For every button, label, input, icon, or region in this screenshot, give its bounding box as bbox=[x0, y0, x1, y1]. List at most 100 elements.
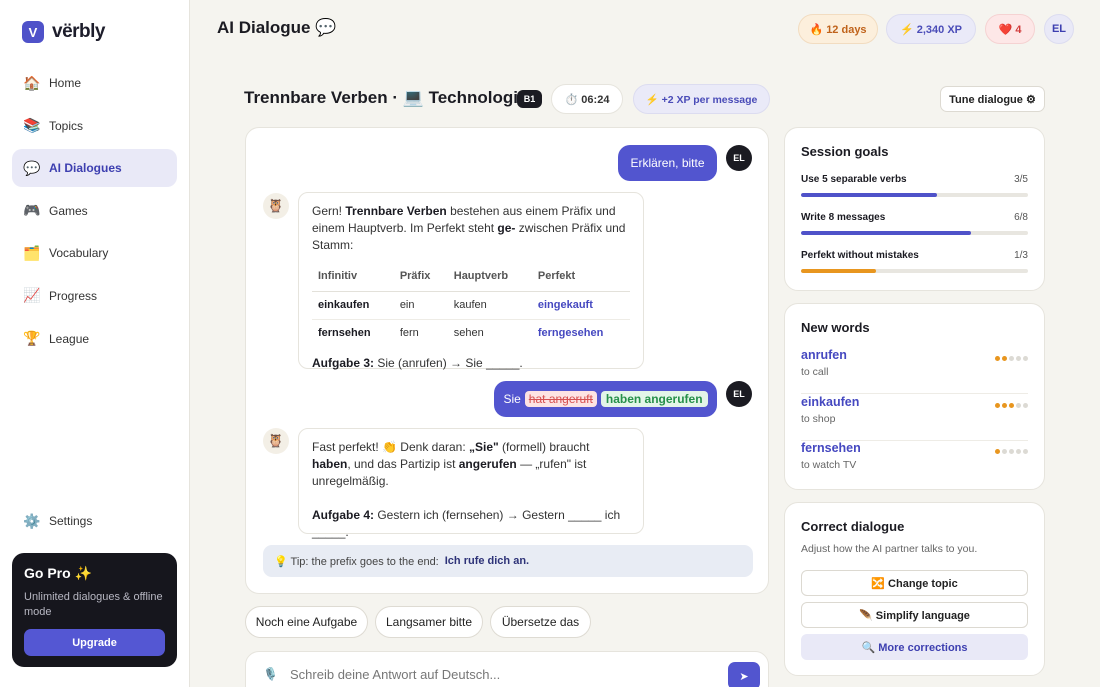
table-cell: ferngesehen bbox=[537, 327, 604, 339]
mastery-dot bbox=[1023, 356, 1028, 361]
mastery-dot bbox=[995, 356, 1000, 361]
sidebar-item-label: League bbox=[49, 331, 90, 346]
logo-mark: V bbox=[22, 21, 44, 43]
goal-progress-bar bbox=[801, 231, 1028, 235]
wrong-answer: hat angeruft bbox=[524, 391, 597, 407]
sidebar-item-settings[interactable]: ⚙️ Settings bbox=[12, 502, 177, 540]
goal-progress-fill bbox=[801, 269, 876, 273]
tip-example: Ich rufe dich an. bbox=[444, 555, 530, 567]
goal-progress-bar bbox=[801, 269, 1028, 273]
gear-icon: ⚙️ bbox=[23, 512, 41, 529]
sidebar-item-label: Home bbox=[49, 76, 82, 90]
correct-dialogue-description: Adjust how the AI partner talks to you. bbox=[801, 543, 978, 555]
xp-badge[interactable]: ⚡ 2,340 XP bbox=[886, 14, 976, 44]
mastery-dot bbox=[1016, 403, 1021, 408]
go-pro-title: Go Pro ✨ bbox=[24, 565, 92, 581]
correct-dialogue-panel: Correct dialogue Adjust how the AI partn… bbox=[784, 502, 1045, 676]
word-item[interactable]: anrufen to call bbox=[801, 348, 1028, 394]
mastery-dot bbox=[1002, 403, 1007, 408]
goal-item: Write 8 messages 6/8 bbox=[801, 212, 1028, 235]
message-input[interactable] bbox=[290, 662, 690, 686]
sidebar-item-games[interactable]: 🎮 Games bbox=[12, 192, 177, 230]
word-item[interactable]: einkaufen to shop bbox=[801, 395, 1028, 441]
sidebar-item-league[interactable]: 🏆 League bbox=[12, 320, 177, 358]
mastery-dot bbox=[1009, 356, 1014, 361]
more-corrections-button[interactable]: 🔍 More corrections bbox=[801, 634, 1028, 660]
goal-progress-bar bbox=[801, 193, 1028, 197]
tip-banner: 💡 Tip: the prefix goes to the end: Ich ru… bbox=[263, 545, 753, 577]
session-goals-title: Session goals bbox=[801, 144, 889, 159]
send-button[interactable]: ➤ bbox=[728, 662, 760, 687]
mastery-dot bbox=[995, 449, 1000, 454]
sidebar-item-topics[interactable]: 📚 Topics bbox=[12, 107, 177, 145]
user-answer-message: Sie hat angeruft haben angerufen bbox=[494, 381, 717, 417]
sidebar-item-label: Vocabulary bbox=[49, 246, 109, 261]
message-composer: 🎙️ ➤ bbox=[245, 651, 769, 687]
task-prompt: Aufgabe 4: Gestern ich (fernsehen) → Ges… bbox=[312, 508, 621, 539]
word-english: to call bbox=[801, 366, 829, 378]
streak-badge[interactable]: 🔥 12 days bbox=[798, 14, 878, 44]
mastery-dot bbox=[1023, 403, 1028, 408]
sidebar-item-ai-dialogues[interactable]: 💬 AI Dialogues bbox=[12, 149, 177, 188]
microphone-icon[interactable]: 🎙️ bbox=[263, 667, 278, 681]
mastery-dot bbox=[1009, 403, 1014, 408]
tune-dialogue-button[interactable]: Tune dialogue ⚙ bbox=[940, 86, 1045, 112]
bot-message: Fast perfekt! 👏 Denk daran: „Sie" (forme… bbox=[298, 428, 644, 539]
bot-message: Gern! Trennbare Verben bestehen aus eine… bbox=[298, 192, 644, 370]
quick-reply-button[interactable]: Noch eine Aufgabe bbox=[245, 606, 368, 638]
sidebar-item-home[interactable]: 🏠 Home bbox=[12, 64, 177, 102]
goal-item: Use 5 separable verbs 3/5 bbox=[801, 174, 1028, 197]
new-words-title: New words bbox=[801, 320, 870, 335]
change-topic-button[interactable]: 🔀 Change topic bbox=[801, 570, 1028, 596]
sidebar-item-label: Games bbox=[49, 203, 88, 218]
goal-label: Perfekt without mistakes bbox=[801, 250, 919, 261]
column-header: Infinitiv bbox=[312, 264, 394, 292]
mastery-dot bbox=[1009, 449, 1014, 454]
simplify-language-button[interactable]: 🪶 Simplify language bbox=[801, 602, 1028, 628]
user-avatar-small: EL bbox=[726, 145, 752, 171]
card-index-icon: 🗂️ bbox=[23, 244, 41, 261]
mastery-dot bbox=[1002, 356, 1007, 361]
level-badge: B1 bbox=[517, 90, 542, 108]
tip-text: 💡 Tip: the prefix goes to the end: bbox=[274, 555, 439, 568]
dialogue-title: Trennbare Verben · 💻 Technologie bbox=[244, 88, 528, 107]
sidebar-nav: 🏠 Home 📚 Topics 💬 AI Dialogues 🎮 Games 🗂️ Voc… bbox=[12, 64, 177, 362]
mastery-dot bbox=[1016, 449, 1021, 454]
mastery-dot bbox=[1023, 449, 1028, 454]
quick-reply-button[interactable]: Übersetze das bbox=[490, 606, 591, 638]
sidebar-item-label: Progress bbox=[49, 288, 98, 303]
sidebar-item-label: Topics bbox=[49, 118, 84, 133]
owl-avatar-icon: 🦉 bbox=[263, 428, 289, 454]
table-header-row: Infinitiv Präfix Hauptverb Perfekt bbox=[312, 264, 630, 292]
task-prompt: Aufgabe 3: Sie (anrufen) → Sie _____. bbox=[312, 356, 523, 370]
quick-reply-button[interactable]: Langsamer bitte bbox=[375, 606, 483, 638]
goal-label: Use 5 separable verbs bbox=[801, 174, 907, 185]
goal-item: Perfekt without mistakes 1/3 bbox=[801, 250, 1028, 273]
trophy-icon: 🏆 bbox=[23, 330, 41, 347]
upgrade-button[interactable]: Upgrade bbox=[24, 629, 165, 656]
word-item[interactable]: fernsehen to watch TV bbox=[801, 441, 1028, 487]
goal-progress-fill bbox=[801, 231, 972, 235]
sidebar-item-vocabulary[interactable]: 🗂️ Vocabulary bbox=[12, 234, 177, 272]
hearts-badge[interactable]: ❤️ 4 bbox=[985, 14, 1035, 44]
sidebar-item-progress[interactable]: 📈 Progress bbox=[12, 277, 177, 315]
sidebar-item-label: AI Dialogues bbox=[49, 161, 122, 176]
word-english: to watch TV bbox=[801, 459, 857, 471]
bot-message-text: Gern! Trennbare Verben bestehen aus eine… bbox=[312, 204, 626, 252]
table-cell: eingekauft bbox=[531, 291, 630, 320]
sidebar: V vërbly 🏠 Home 📚 Topics 💬 AI Dialogues 🎮 Ga… bbox=[0, 0, 190, 687]
user-avatar[interactable]: EL bbox=[1044, 14, 1074, 44]
table-cell: kaufen bbox=[447, 291, 532, 320]
app-logo[interactable]: V vërbly bbox=[22, 21, 105, 43]
table-cell: fern bbox=[399, 327, 419, 339]
goal-count: 3/5 bbox=[1014, 174, 1028, 185]
mastery-dot bbox=[1002, 449, 1007, 454]
chart-up-icon: 📈 bbox=[23, 287, 41, 304]
column-header: Hauptverb bbox=[447, 264, 532, 292]
goal-count: 1/3 bbox=[1014, 250, 1028, 261]
session-goals-panel: Session goals Use 5 separable verbs 3/5 W… bbox=[784, 127, 1045, 291]
goal-label: Write 8 messages bbox=[801, 212, 886, 223]
table-row: fernsehen fern sehen ferngesehen bbox=[312, 320, 630, 348]
books-icon: 📚 bbox=[23, 117, 41, 134]
goal-count: 6/8 bbox=[1014, 212, 1028, 223]
